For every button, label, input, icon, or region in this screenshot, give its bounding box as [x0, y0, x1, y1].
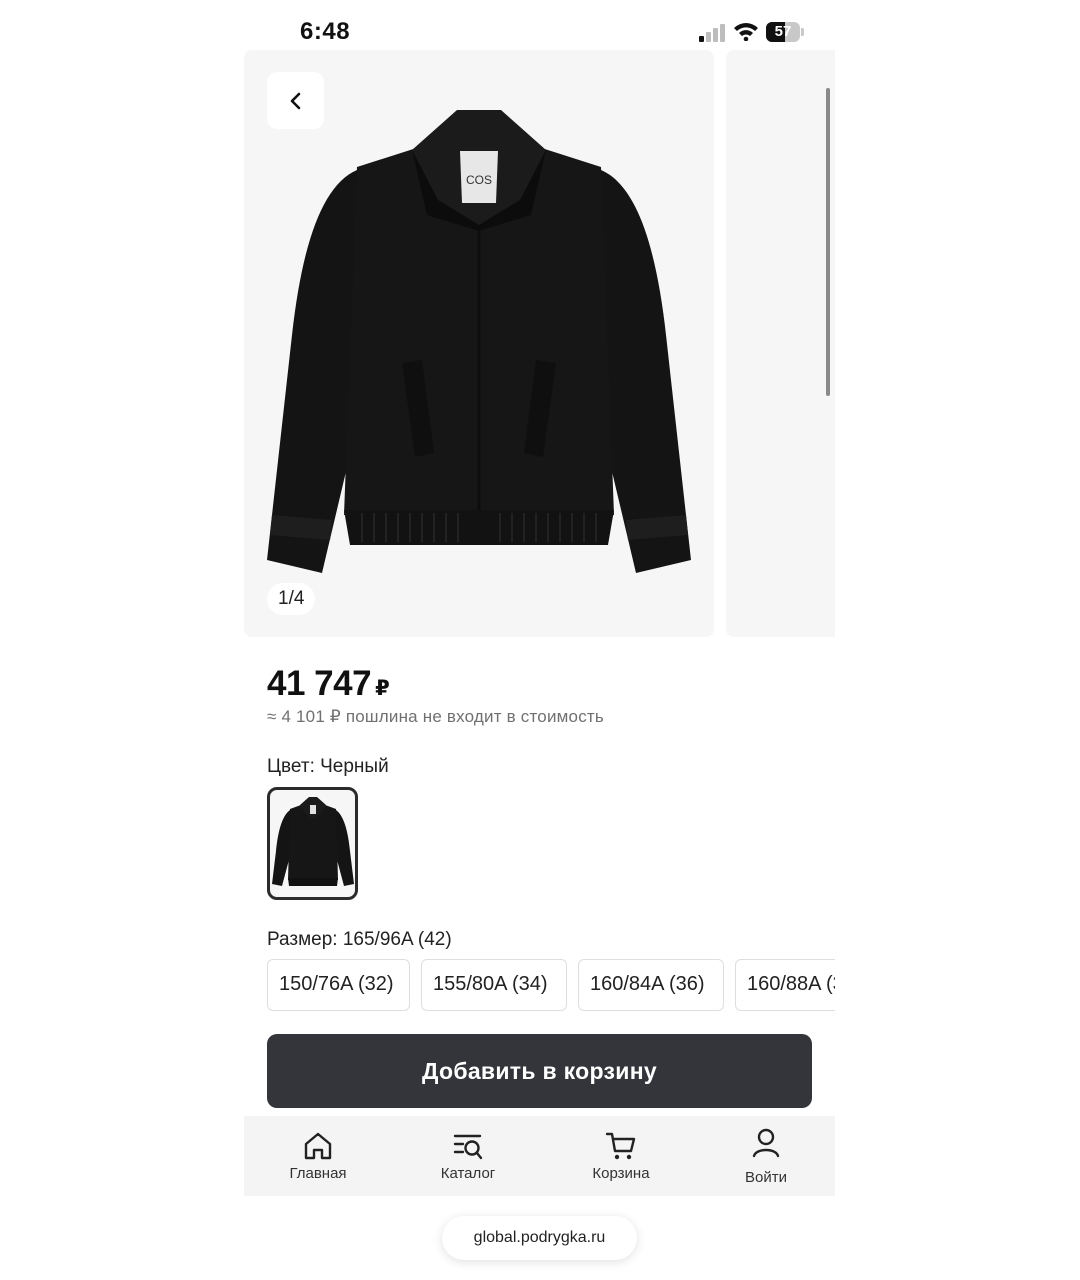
battery-percent: 57: [774, 23, 792, 40]
size-options: 150/76A (32) 155/80A (34) 160/84A (36) 1…: [267, 959, 835, 1011]
user-icon: [752, 1128, 780, 1158]
tab-catalog[interactable]: Каталог: [398, 1116, 538, 1196]
swatch-jacket-image: [272, 797, 354, 886]
gallery-page-counter: 1/4: [267, 583, 316, 615]
tab-cart-label: Корзина: [592, 1165, 650, 1182]
tab-home-label: Главная: [289, 1165, 347, 1182]
duty-note: ≈ 4 101 ₽ пошлина не входит в стоимость: [267, 707, 604, 726]
battery-icon: 57: [766, 22, 804, 42]
status-time: 6:48: [300, 18, 351, 45]
price-value: 41 747: [267, 664, 372, 703]
size-option[interactable]: 150/76A (32): [267, 959, 410, 1011]
tab-login[interactable]: Войти: [696, 1116, 836, 1196]
color-swatch-selected[interactable]: [267, 787, 358, 900]
tab-login-label: Войти: [745, 1169, 787, 1186]
browser-url-bar[interactable]: global.podrygka.ru: [442, 1216, 637, 1260]
tab-catalog-label: Каталог: [440, 1165, 496, 1182]
gallery-scrollbar[interactable]: [826, 88, 830, 396]
cart-icon: [605, 1132, 636, 1160]
product-image-jacket[interactable]: COS: [262, 105, 696, 583]
size-option[interactable]: 155/80A (34): [421, 959, 567, 1011]
catalog-search-icon: [453, 1134, 483, 1160]
size-option[interactable]: 160/88A (38): [735, 959, 835, 1011]
color-label: Цвет: Черный: [267, 756, 389, 777]
brand-tag-text: COS: [466, 173, 492, 187]
add-to-cart-button[interactable]: Добавить в корзину: [267, 1034, 812, 1108]
chevron-left-icon: [290, 92, 300, 109]
cellular-signal-icon: [699, 24, 725, 42]
next-product-image-card[interactable]: [726, 50, 835, 637]
price-currency: ₽: [375, 677, 390, 700]
bottom-tab-bar: Главная Каталог Корзина Войти: [244, 1116, 835, 1196]
home-icon: [304, 1132, 332, 1160]
tab-cart[interactable]: Корзина: [551, 1116, 691, 1196]
product-price: 41 747 ₽: [267, 664, 390, 704]
tab-home[interactable]: Главная: [248, 1116, 388, 1196]
size-label: Размер: 165/96A (42): [267, 929, 452, 950]
size-option[interactable]: 160/84A (36): [578, 959, 724, 1011]
wifi-icon: [734, 23, 758, 41]
back-button[interactable]: [267, 72, 324, 129]
